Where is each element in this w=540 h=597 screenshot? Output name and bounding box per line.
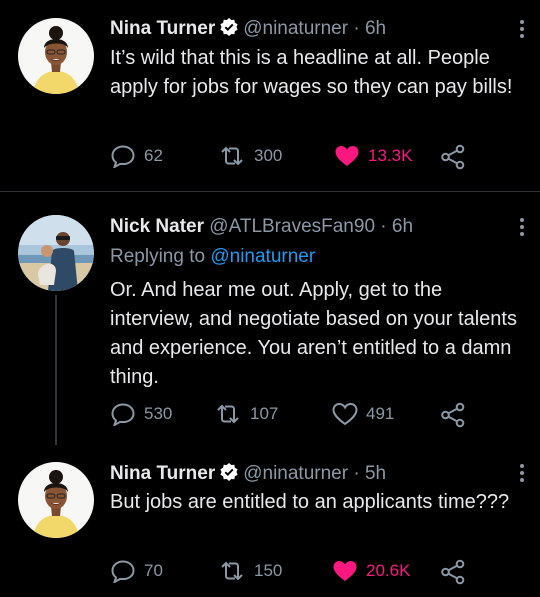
separator-dot: · [380, 216, 387, 237]
avatar[interactable] [18, 18, 94, 94]
timestamp[interactable]: 6h [365, 18, 386, 39]
timestamp[interactable]: 5h [365, 463, 386, 484]
username[interactable]: @ninaturner [243, 18, 348, 39]
tweet-actions: 530 107 491 [110, 402, 530, 430]
tweet-actions: 70 150 20.6K [110, 559, 530, 587]
retweet-count: 107 [250, 404, 279, 423]
thread-line [55, 295, 57, 445]
avatar-nina-turner-image [18, 18, 94, 94]
retweet-count: 300 [254, 146, 283, 165]
tweet-text: But jobs are entitled to an applicants t… [110, 491, 510, 513]
retweet-button[interactable]: 150 [218, 559, 282, 583]
separator-dot: · [353, 463, 360, 484]
tweet-text: Or. And hear me out. Apply, get to the i… [110, 279, 517, 388]
avatar-nick-nater-image [18, 215, 94, 291]
verified-badge-icon [219, 462, 239, 488]
username[interactable]: @ninaturner [243, 463, 348, 484]
avatar-nina-turner-image [18, 462, 94, 538]
separator-dot: · [353, 18, 360, 39]
share-button[interactable] [440, 144, 466, 170]
retweet-count: 150 [254, 561, 283, 580]
more-icon[interactable] [520, 464, 526, 485]
retweet-button[interactable]: 107 [214, 402, 278, 426]
share-button[interactable] [440, 559, 466, 585]
tweet-header: Nina Turner @ninaturner · 5h [110, 462, 386, 488]
like-count: 13.3K [368, 146, 413, 165]
retweet-icon [221, 146, 243, 166]
replying-to: Replying to @ninaturner [110, 246, 315, 268]
username[interactable]: @ATLBravesFan90 [209, 216, 375, 237]
tweet-header: Nick Nater @ATLBravesFan90 · 6h [110, 216, 413, 238]
tweet-1[interactable]: Nina Turner @ninaturner · 6h It’s wild th… [0, 0, 540, 190]
reply-count: 70 [144, 561, 163, 580]
retweet-icon [221, 561, 243, 581]
share-icon [441, 559, 465, 585]
heart-icon [333, 561, 357, 581]
tweet-actions: 62 300 13.3K [110, 144, 530, 172]
replying-to-label: Replying to [110, 246, 206, 267]
reply-button[interactable]: 70 [110, 559, 163, 583]
reply-button[interactable]: 530 [110, 402, 172, 426]
reply-icon [111, 403, 135, 426]
share-button[interactable] [440, 402, 466, 428]
avatar[interactable] [18, 462, 94, 538]
tweet-3[interactable]: Nina Turner @ninaturner · 5h But jobs are… [0, 446, 540, 597]
more-icon[interactable] [520, 20, 526, 41]
reply-button[interactable]: 62 [110, 144, 163, 168]
like-count: 491 [366, 404, 395, 423]
reply-icon [111, 145, 135, 168]
display-name[interactable]: Nina Turner [110, 463, 215, 484]
heart-icon [335, 146, 359, 166]
tweet-text: It’s wild that this is a headline at all… [110, 47, 513, 98]
timestamp[interactable]: 6h [392, 216, 413, 237]
reply-count: 530 [144, 404, 173, 423]
display-name[interactable]: Nick Nater [110, 216, 204, 237]
like-button[interactable]: 13.3K [334, 144, 412, 168]
avatar[interactable] [18, 215, 94, 291]
more-icon[interactable] [520, 218, 526, 239]
like-button[interactable]: 20.6K [332, 559, 410, 583]
reply-count: 62 [144, 146, 163, 165]
like-button[interactable]: 491 [332, 402, 394, 426]
verified-badge-icon [219, 17, 239, 43]
like-count: 20.6K [366, 561, 411, 580]
share-icon [441, 144, 465, 170]
replying-to-mention[interactable]: @ninaturner [210, 246, 315, 267]
tweet-header: Nina Turner @ninaturner · 6h [110, 17, 386, 43]
tweet-2[interactable]: Nick Nater @ATLBravesFan90 · 6h Replying… [0, 192, 540, 445]
retweet-icon [217, 404, 239, 424]
heart-icon [332, 402, 358, 426]
reply-icon [111, 560, 135, 583]
retweet-button[interactable]: 300 [218, 144, 282, 168]
display-name[interactable]: Nina Turner [110, 18, 215, 39]
share-icon [441, 402, 465, 428]
